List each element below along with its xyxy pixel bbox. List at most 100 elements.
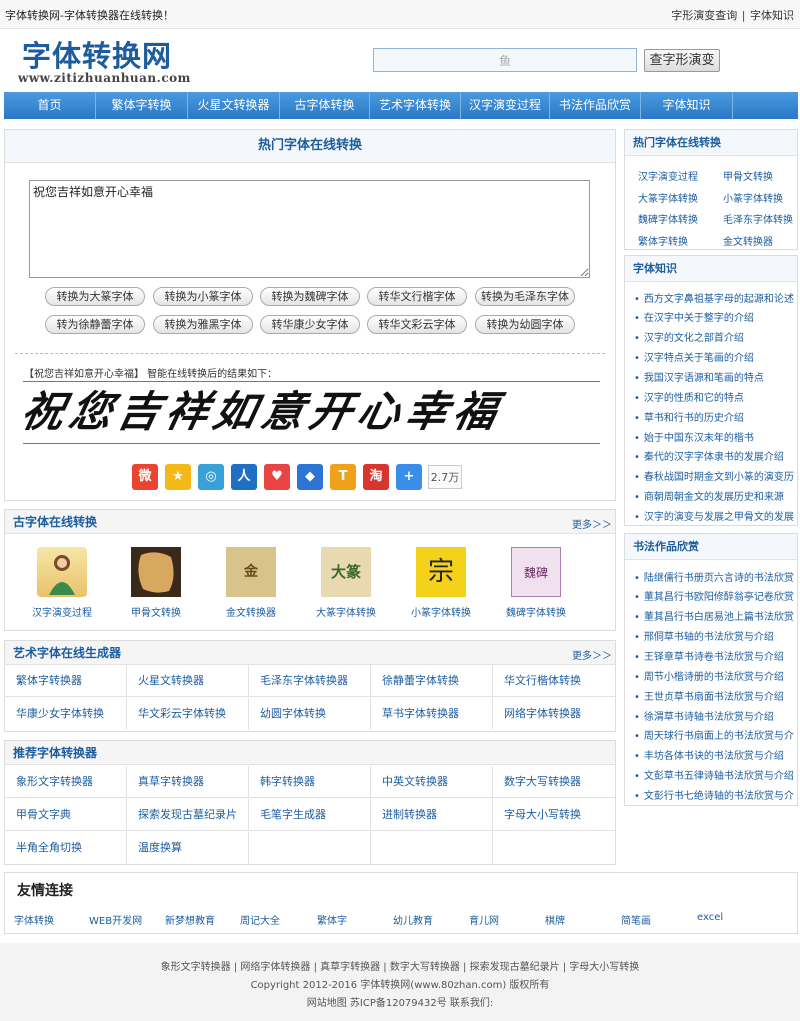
knowledge-link[interactable]: 在汉字中关于整字的介绍: [634, 309, 794, 324]
knowledge-link[interactable]: 汉字的性质和它的特点: [634, 389, 794, 404]
calligraphy-link[interactable]: 王铎章草书诗卷书法欣赏与介绍: [634, 648, 794, 663]
taobao-share-icon[interactable]: 淘: [363, 464, 389, 490]
knowledge-link[interactable]: 汉字的文化之部首介绍: [634, 329, 794, 344]
recommend-link[interactable]: 中英文转换器: [371, 766, 493, 798]
calligraphy-link[interactable]: 文彭行书七绝诗轴的书法欣赏与介: [634, 787, 794, 802]
ancient-more-link[interactable]: 更多＞＞: [572, 516, 612, 531]
nav-evolution[interactable]: 汉字演变过程: [461, 92, 550, 119]
top-link-font-knowledge[interactable]: 字体知识: [750, 9, 794, 22]
calligraphy-link[interactable]: 陆继儒行书册页六言诗的书法欣赏: [634, 569, 794, 584]
knowledge-link[interactable]: 秦代的汉字字体隶书的发展介绍: [634, 448, 794, 463]
sidebar-hot-link[interactable]: 甲骨文转换: [723, 168, 773, 183]
nav-knowledge[interactable]: 字体知识: [641, 92, 733, 119]
sidebar-hot-link[interactable]: 金文转换器: [723, 233, 773, 248]
art-link[interactable]: 华文行楷体转换: [493, 665, 615, 697]
renren-share-icon[interactable]: 人: [231, 464, 257, 490]
calligraphy-link[interactable]: 周天球行书扇面上的书法欣赏与介: [634, 727, 794, 742]
calligraphy-link[interactable]: 董其昌行书欧阳修醉翁亭记卷欣赏: [634, 588, 794, 603]
nav-ancient[interactable]: 古字体转换: [280, 92, 370, 119]
convert-xingkai-button[interactable]: 转华文行楷字体: [367, 287, 467, 306]
friend-link[interactable]: 周记大全: [240, 912, 280, 927]
calligraphy-link[interactable]: 王世贞草书扇面书法欣赏与介绍: [634, 688, 794, 703]
ancient-link-evolution[interactable]: 汉字演变过程: [17, 604, 107, 619]
weibei-thumb[interactable]: 魏碑: [511, 547, 561, 597]
knowledge-link[interactable]: 春秋战国时期金文到小篆的演变历: [634, 468, 794, 483]
art-more-link[interactable]: 更多＞＞: [572, 647, 612, 662]
ancient-link-bronze[interactable]: 金文转换器: [206, 604, 296, 619]
nav-martian[interactable]: 火星文转换器: [188, 92, 280, 119]
recommend-link[interactable]: 毛笔字生成器: [249, 799, 371, 831]
art-link[interactable]: 毛泽东字体转换器: [249, 665, 371, 697]
more-share-icon[interactable]: +: [396, 464, 422, 490]
recommend-link[interactable]: 象形文字转换器: [5, 766, 127, 798]
calligraphy-link[interactable]: 徐渭草书诗轴书法欣赏与介绍: [634, 708, 794, 723]
nav-traditional[interactable]: 繁体字转换: [96, 92, 188, 119]
recommend-link[interactable]: 甲骨文字典: [5, 799, 127, 831]
kaixin-share-icon[interactable]: ♥: [264, 464, 290, 490]
convert-youyuan-button[interactable]: 转换为幼圆字体: [475, 315, 575, 334]
sidebar-hot-link[interactable]: 毛泽东字体转换: [723, 211, 793, 226]
sidebar-hot-link[interactable]: 大篆字体转换: [638, 190, 698, 205]
knowledge-link[interactable]: 西方文字鼻祖基字母的起源和论述: [634, 290, 794, 305]
art-link[interactable]: 徐静蕾字体转换: [371, 665, 493, 697]
search-input[interactable]: 鱼: [373, 48, 637, 72]
text-input[interactable]: 祝您吉祥如意开心幸福: [29, 180, 590, 278]
sidebar-hot-link[interactable]: 汉字演变过程: [638, 168, 698, 183]
calligraphy-link[interactable]: 邢侗草书轴的书法欣赏与介绍: [634, 628, 794, 643]
art-link[interactable]: 幼圆字体转换: [249, 698, 371, 730]
tqq-share-icon[interactable]: ◎: [198, 464, 224, 490]
convert-caiyun-button[interactable]: 转华文彩云字体: [367, 315, 467, 334]
knowledge-link[interactable]: 草书和行书的历史介绍: [634, 409, 794, 424]
footer-icp[interactable]: 网站地图 苏ICP备12079432号 联系我们:: [0, 994, 800, 1009]
nav-art[interactable]: 艺术字体转换: [370, 92, 461, 119]
tieba-share-icon[interactable]: T: [330, 464, 356, 490]
convert-xiaozhuan-button[interactable]: 转换为小篆字体: [153, 287, 253, 306]
convert-xujinglei-button[interactable]: 转为徐静蕾字体: [45, 315, 145, 334]
calligraphy-link[interactable]: 文彭草书五律诗轴书法欣赏与介绍: [634, 767, 794, 782]
friend-link[interactable]: excel: [697, 912, 723, 923]
recommend-link[interactable]: 真草字转换器: [127, 766, 249, 798]
qzone-share-icon[interactable]: ★: [165, 464, 191, 490]
art-link[interactable]: 网络字体转换器: [493, 698, 615, 730]
weibo-share-icon[interactable]: 微: [132, 464, 158, 490]
recommend-link[interactable]: 进制转换器: [371, 799, 493, 831]
knowledge-link[interactable]: 商朝周朝金文的发展历史和来源: [634, 488, 794, 503]
knowledge-link[interactable]: 我国汉字语源和笔画的特点: [634, 369, 794, 384]
friend-link[interactable]: 简笔画: [621, 912, 651, 927]
recommend-link[interactable]: 字母大小写转换: [493, 799, 615, 831]
convert-weibei-button[interactable]: 转换为魏碑字体: [260, 287, 360, 306]
convert-dazhuan-button[interactable]: 转换为大篆字体: [45, 287, 145, 306]
baidu-share-icon[interactable]: ◆: [297, 464, 323, 490]
friend-link[interactable]: 幼儿教育: [393, 912, 433, 927]
nav-home[interactable]: 首页: [4, 92, 96, 119]
ancient-link-dazhuan[interactable]: 大篆字体转换: [301, 604, 391, 619]
friend-link[interactable]: 新梦想教育: [165, 912, 215, 927]
search-button[interactable]: 查字形演变: [644, 49, 720, 72]
evolution-thumb[interactable]: [37, 547, 87, 597]
nav-calligraphy[interactable]: 书法作品欣赏: [550, 92, 641, 119]
sidebar-hot-link[interactable]: 小篆字体转换: [723, 190, 783, 205]
art-link[interactable]: 华文彩云字体转换: [127, 698, 249, 730]
ancient-link-oracle[interactable]: 甲骨文转换: [111, 604, 201, 619]
art-link[interactable]: 草书字体转换器: [371, 698, 493, 730]
footer-links[interactable]: 象形文字转换器 | 网络字体转换器 | 真草字转换器 | 数字大写转换器 | 探…: [0, 958, 800, 973]
friend-link[interactable]: 繁体字: [317, 912, 347, 927]
recommend-link[interactable]: 温度换算: [127, 832, 249, 864]
sidebar-hot-link[interactable]: 繁体字转换: [638, 233, 688, 248]
art-link[interactable]: 火星文转换器: [127, 665, 249, 697]
xiaozhuan-thumb[interactable]: 宗: [416, 547, 466, 597]
bronze-thumb[interactable]: 金: [226, 547, 276, 597]
convert-shaonv-button[interactable]: 转华康少女字体: [260, 315, 360, 334]
recommend-link[interactable]: 数字大写转换器: [493, 766, 615, 798]
friend-link[interactable]: 棋牌: [545, 912, 565, 927]
site-logo[interactable]: 字体转换网 www.zitizhuanhuan.com: [18, 33, 208, 87]
convert-yahei-button[interactable]: 转换为雅黑字体: [153, 315, 253, 334]
art-link[interactable]: 华康少女字体转换: [5, 698, 127, 730]
sidebar-hot-link[interactable]: 魏碑字体转换: [638, 211, 698, 226]
ancient-link-xiaozhuan[interactable]: 小篆字体转换: [396, 604, 486, 619]
friend-link[interactable]: WEB开发网: [89, 912, 142, 927]
knowledge-link[interactable]: 汉字特点关于笔画的介绍: [634, 349, 794, 364]
art-link[interactable]: 繁体字转换器: [5, 665, 127, 697]
dazhuan-thumb[interactable]: 大篆: [321, 547, 371, 597]
friend-link[interactable]: 育儿网: [469, 912, 499, 927]
